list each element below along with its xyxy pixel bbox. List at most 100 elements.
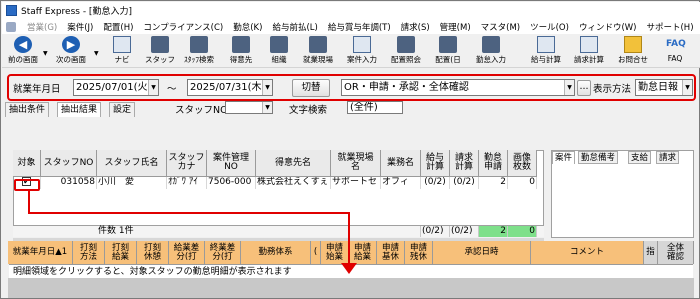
col-worksite[interactable]: 就業現場 名 <box>331 150 381 177</box>
tab-attendance-notes[interactable]: 勤怠備考 <box>578 151 619 164</box>
staff-no-select[interactable]: ▼ <box>225 101 273 114</box>
detail-grid-body[interactable] <box>8 278 694 298</box>
forward-arrow-icon: ▶ <box>62 36 80 53</box>
display-method-select[interactable]: 勤怠日報 ▼ <box>635 79 693 96</box>
col-extra[interactable]: ( <box>311 241 321 264</box>
cell-job-no: 7506-000 <box>207 177 256 189</box>
col-staff-no[interactable]: スタッフNO <box>41 150 97 177</box>
col-end-diff[interactable]: 終業差 分(打 <box>205 241 241 264</box>
col-approval-datetime[interactable]: 承認日時 <box>433 241 531 264</box>
col-instruction[interactable]: 指 <box>644 241 658 264</box>
col-attendance-request[interactable]: 勤怠 申請 <box>479 150 508 177</box>
date-from-picker[interactable]: 2025/07/01(火) ▼ <box>73 79 159 96</box>
forward-dropdown-icon[interactable]: ▼ <box>94 50 99 57</box>
back-dropdown-icon[interactable]: ▼ <box>43 50 48 57</box>
payroll-calc-icon <box>537 36 555 53</box>
tab-payment[interactable]: 支給 <box>628 151 652 164</box>
col-request-start[interactable]: 申請 始業 <box>321 241 349 264</box>
status-filter-select[interactable]: OR・申請・承認・全体確認 ▼ <box>341 79 575 96</box>
attendance-entry-button[interactable]: 勤怠入力 <box>471 36 511 66</box>
menu-compliance[interactable]: コンプライアンス(C) <box>138 21 228 33</box>
tab-extract-conditions[interactable]: 抽出条件 <box>5 102 50 117</box>
client-icon <box>232 36 250 53</box>
menu-window[interactable]: ウィンドウ(W) <box>574 21 642 33</box>
organization-button[interactable]: 組織 <box>264 36 294 66</box>
col-request-base-break[interactable]: 申請 基休 <box>377 241 405 264</box>
menu-payroll[interactable]: 給与賞与年調(T) <box>323 21 396 33</box>
col-comment[interactable]: コメント <box>531 241 644 264</box>
date-to-picker[interactable]: 2025/07/31(木) ▼ <box>187 79 273 96</box>
col-target[interactable]: 対象 <box>13 150 41 177</box>
staff-search-button[interactable]: ｽﾀｯﾌ検索 <box>179 36 219 66</box>
client-button[interactable]: 得意先 <box>224 36 258 66</box>
col-job-no[interactable]: 案件管理 NO <box>207 150 256 177</box>
worksite-button[interactable]: 就業現場 <box>298 36 338 66</box>
target-highlight-box <box>14 179 40 191</box>
col-task[interactable]: 業務名 <box>381 150 421 177</box>
total-pay-calc: (0/2) <box>421 226 450 237</box>
col-request-end[interactable]: 申請 給業 <box>349 241 377 264</box>
col-stamp-start[interactable]: 打刻 給業 <box>105 241 137 264</box>
inquiry-icon <box>624 36 642 53</box>
tab-job[interactable]: 案件 <box>552 151 576 164</box>
menu-placement[interactable]: 配置(H) <box>98 21 138 33</box>
text-search-label: 文字検索 <box>289 105 328 116</box>
col-work-schedule[interactable]: 勤務体系 <box>241 241 311 264</box>
back-button[interactable]: ◀ 前の画面 <box>4 36 42 66</box>
forward-button[interactable]: ▶ 次の画面 <box>50 36 92 66</box>
menu-support[interactable]: サポート(H) <box>641 21 698 33</box>
col-stamp-method[interactable]: 打刻 方法 <box>73 241 105 264</box>
col-overall-confirm[interactable]: 全体 確認 <box>658 241 694 264</box>
job-entry-button[interactable]: 案件入力 <box>342 36 382 66</box>
toolbar: ◀ 前の画面 ▼ ▶ 次の画面 ▼ ナビ スタッフ ｽﾀｯﾌ検索 得意先 組織 <box>2 34 700 68</box>
col-bill-calc[interactable]: 請求 計算 <box>450 150 479 177</box>
col-request-over-break[interactable]: 申請 残休 <box>405 241 433 264</box>
cell-attendance-request: 2 <box>479 177 508 189</box>
total-attendance-request: 2 <box>479 226 508 237</box>
toggle-button[interactable]: 切替 <box>292 79 330 97</box>
col-client-name[interactable]: 得意先名 <box>256 150 331 177</box>
inquiry-button[interactable]: お問合せ <box>613 36 653 66</box>
menu-sales[interactable]: 営業(G) <box>22 21 62 33</box>
status-more-button[interactable]: ... <box>577 80 591 96</box>
cell-staff-name: 小川 愛 <box>97 177 167 189</box>
col-staff-name[interactable]: スタッフ氏名 <box>97 150 167 177</box>
faq-button[interactable]: FAQ FAQ <box>658 36 692 66</box>
col-image-count[interactable]: 画像 枚数 <box>508 150 537 177</box>
window-title: Staff Express - [勤怠入力] <box>21 7 132 17</box>
placement-daily-button[interactable]: 配置(日 <box>429 36 467 66</box>
table-row[interactable]: ✔ 031058 小川 愛 ｵｶﾞﾜ ｱｲ 7506-000 株式会社えくすぇ … <box>13 177 544 189</box>
menu-billing[interactable]: 請求(S) <box>396 21 435 33</box>
col-stamp-break[interactable]: 打刻 休憩 <box>137 241 169 264</box>
col-pay-calc[interactable]: 給与 計算 <box>421 150 450 177</box>
system-menu-icon[interactable] <box>6 21 16 32</box>
menu-tools[interactable]: ツール(O) <box>525 21 574 33</box>
chevron-down-icon[interactable]: ▼ <box>262 80 272 95</box>
payroll-calc-button[interactable]: 給与計算 <box>526 36 566 66</box>
date-range-tilde: ～ <box>167 84 177 95</box>
chevron-down-icon[interactable]: ▼ <box>148 80 158 95</box>
menu-master[interactable]: マスタ(M) <box>476 21 525 33</box>
billing-calc-button[interactable]: 請求計算 <box>569 36 609 66</box>
col-staff-kana[interactable]: スタッフ カナ <box>167 150 207 177</box>
col-work-date[interactable]: 就業年月日▲1 <box>8 241 73 264</box>
placement-inquiry-button[interactable]: 配置照会 <box>386 36 426 66</box>
chevron-down-icon[interactable]: ▼ <box>262 102 272 113</box>
app-window: Staff Express - [勤怠入力] 営業(G) 案件(J) 配置(H)… <box>0 0 700 299</box>
staff-grid-footer: 件数 1件 (0/2) (0/2) 2 0 <box>13 225 544 237</box>
col-start-diff[interactable]: 給業差 分(打 <box>169 241 205 264</box>
chevron-down-icon[interactable]: ▼ <box>682 80 692 95</box>
cell-worksite: サポートセ <box>331 177 381 189</box>
menu-advance-pay[interactable]: 給与前払(L) <box>267 21 322 33</box>
menu-management[interactable]: 管理(M) <box>435 21 476 33</box>
menu-attendance[interactable]: 勤怠(K) <box>228 21 267 33</box>
placement-daily-icon <box>439 36 457 53</box>
chevron-down-icon[interactable]: ▼ <box>564 80 574 95</box>
tab-billing[interactable]: 請求 <box>656 151 680 164</box>
menu-jobs[interactable]: 案件(J) <box>62 21 98 33</box>
staff-button[interactable]: スタッフ <box>145 36 175 66</box>
navi-button[interactable]: ナビ <box>107 36 137 66</box>
tab-settings[interactable]: 設定 <box>109 102 136 117</box>
tab-extract-results[interactable]: 抽出結果 <box>57 102 102 117</box>
text-search-select[interactable]: (全件) <box>347 101 403 114</box>
